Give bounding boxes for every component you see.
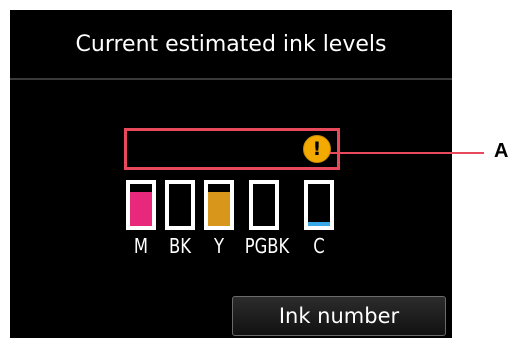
ink-warning-message-area: ! [124,128,340,170]
ink-tank-m [126,180,156,230]
ink-label-c: C [313,234,325,258]
ink-label-bk: BK [168,234,192,258]
ink-tank-y [204,180,234,230]
screen-title: Current estimated ink levels [10,10,452,80]
ink-level-fill-c [308,221,330,226]
ink-label-pgbk: PGBK [244,234,290,258]
callout-label-a: A [494,140,509,162]
printer-display: Current estimated ink levels ! M BK Y PG… [10,10,452,338]
ink-tank-c [304,180,334,230]
ink-level-fill-y [208,192,230,226]
ink-label-y: Y [213,234,225,258]
ink-tank-pgbk [249,180,279,230]
callout-connector [330,152,344,154]
ink-tank-bk [165,180,195,230]
ink-number-button[interactable]: Ink number [232,296,446,336]
ink-level-fill-m [130,192,152,226]
exclamation-icon: ! [303,135,331,163]
ink-label-m: M [133,234,149,258]
callout-line [344,152,484,154]
